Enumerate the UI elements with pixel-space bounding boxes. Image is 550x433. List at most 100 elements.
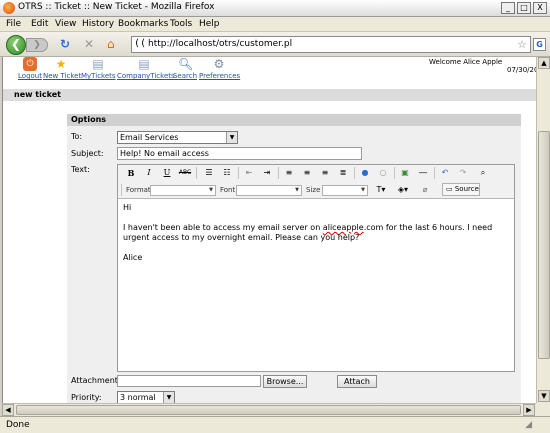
- site-identity-icon[interactable]: ((: [134, 38, 146, 49]
- priority-label: Priority:: [71, 393, 102, 402]
- options-header: Options: [67, 114, 521, 126]
- horizontal-scrollbar[interactable]: ◀ ▶: [2, 403, 536, 416]
- close-button[interactable]: X: [533, 2, 547, 14]
- toolbar-separator: [278, 167, 279, 179]
- page-viewport: ⏻ Logout ★ New Ticket ▤ MyTickets ▤ Comp…: [2, 57, 536, 403]
- nav-new-ticket[interactable]: ★ New Ticket: [43, 57, 81, 80]
- bookmark-star-icon[interactable]: ☆: [517, 38, 527, 51]
- bold-button[interactable]: B: [124, 167, 138, 179]
- menu-tools[interactable]: Tools: [170, 19, 192, 29]
- scrollbar-corner: [536, 403, 550, 416]
- scroll-left-icon[interactable]: ◀: [2, 404, 14, 416]
- nav-company-tickets[interactable]: ▤ CompanyTickets: [117, 57, 175, 80]
- search-icon: 🔍︎: [178, 57, 194, 71]
- scroll-right-icon[interactable]: ▶: [523, 404, 535, 416]
- align-center-icon[interactable]: ≡: [300, 167, 314, 179]
- chevron-down-icon: ▼: [361, 187, 365, 193]
- source-button[interactable]: ▭ Source: [442, 183, 480, 196]
- scroll-thumb[interactable]: [538, 131, 550, 359]
- image-icon[interactable]: ▣: [398, 167, 412, 179]
- font-select[interactable]: ▼: [236, 185, 302, 196]
- underline-button[interactable]: U: [160, 167, 174, 179]
- browse-button[interactable]: Browse...: [263, 375, 307, 388]
- attachment-file-input[interactable]: [117, 375, 261, 387]
- body-line: Hi: [123, 203, 132, 212]
- attach-button[interactable]: Attach: [337, 375, 377, 388]
- window-titlebar: OTRS :: Ticket :: New Ticket - Mozilla F…: [0, 0, 550, 17]
- menu-bar: File Edit View History Bookmarks Tools H…: [0, 17, 550, 32]
- otrs-navigation: ⏻ Logout ★ New Ticket ▤ MyTickets ▤ Comp…: [3, 57, 536, 85]
- strikethrough-button[interactable]: ABC: [178, 167, 192, 179]
- scroll-thumb[interactable]: [16, 405, 521, 415]
- nav-search[interactable]: 🔍︎ Search: [172, 57, 198, 80]
- stop-icon[interactable]: ✕: [84, 38, 94, 50]
- nav-logout[interactable]: ⏻ Logout: [17, 57, 43, 80]
- new-ticket-icon: ★: [55, 57, 67, 71]
- address-bar[interactable]: (( http://localhost/otrs/customer.pl ☆: [131, 36, 531, 53]
- menu-edit[interactable]: Edit: [31, 19, 48, 29]
- status-text: Done: [6, 420, 30, 430]
- format-label: Format: [126, 186, 151, 194]
- numbered-list-icon[interactable]: ☰: [202, 167, 216, 179]
- text-color-icon[interactable]: T▾: [374, 184, 388, 196]
- toolbar-separator: [196, 167, 197, 179]
- align-justify-icon[interactable]: ≣: [336, 167, 350, 179]
- toolbar-separator: [238, 167, 239, 179]
- date-text: 07/30/20: [507, 66, 536, 74]
- preferences-icon: ⚙: [213, 57, 225, 71]
- subject-input[interactable]: Help! No email access: [117, 147, 362, 160]
- menu-help[interactable]: Help: [199, 19, 220, 29]
- search-engine-icon[interactable]: G: [533, 38, 546, 51]
- text-label: Text:: [71, 165, 90, 174]
- outdent-icon[interactable]: ⇤: [242, 167, 256, 179]
- background-color-icon[interactable]: ◈▾: [396, 184, 410, 196]
- toolbar-separator: [354, 167, 355, 179]
- rich-text-editor: B I U ABC ☰ ☷ ⇤ ⇥ ≡ ≡ ≡ ≣ ● ○ ▣ ― ↶ ↷ ⌕ …: [117, 164, 515, 372]
- status-bar: Done ◢: [0, 416, 550, 433]
- find-icon[interactable]: ⌕: [476, 167, 490, 179]
- maximize-button[interactable]: □: [517, 2, 531, 14]
- remove-format-icon[interactable]: ⌀: [418, 184, 432, 196]
- chevron-down-icon: ▼: [163, 392, 174, 403]
- indent-icon[interactable]: ⇥: [260, 167, 274, 179]
- firefox-icon: [3, 2, 15, 14]
- bulleted-list-icon[interactable]: ☷: [220, 167, 234, 179]
- menu-bookmarks[interactable]: Bookmarks: [118, 19, 168, 29]
- unlink-icon[interactable]: ○: [376, 167, 390, 179]
- link-icon[interactable]: ●: [358, 167, 372, 179]
- source-icon: ▭: [446, 185, 453, 193]
- forward-button[interactable]: ❯: [26, 38, 48, 52]
- priority-select[interactable]: 3 normal ▼: [117, 391, 175, 403]
- nav-my-tickets[interactable]: ▤ MyTickets: [81, 57, 116, 80]
- resize-grip-icon[interactable]: ◢: [525, 420, 532, 430]
- vertical-scrollbar[interactable]: ▲ ▼: [536, 57, 550, 403]
- align-right-icon[interactable]: ≡: [318, 167, 332, 179]
- format-select[interactable]: ▼: [150, 185, 216, 196]
- menu-history[interactable]: History: [82, 19, 114, 29]
- menu-file[interactable]: File: [6, 19, 21, 29]
- align-left-icon[interactable]: ≡: [282, 167, 296, 179]
- reload-icon[interactable]: ↻: [60, 38, 70, 50]
- menu-view[interactable]: View: [55, 19, 76, 29]
- url-text[interactable]: http://localhost/otrs/customer.pl: [148, 39, 292, 49]
- editor-body[interactable]: Hi I haven't been able to access my emai…: [123, 203, 509, 273]
- toolbar-separator: [394, 167, 395, 179]
- logout-icon: ⏻: [23, 57, 37, 71]
- section-title: new ticket: [14, 90, 61, 99]
- size-select[interactable]: ▼: [322, 185, 368, 196]
- back-button[interactable]: ❮: [6, 35, 26, 55]
- minimize-button[interactable]: _: [501, 2, 515, 14]
- italic-button[interactable]: I: [142, 167, 156, 179]
- editor-toolbar: B I U ABC ☰ ☷ ⇤ ⇥ ≡ ≡ ≡ ≣ ● ○ ▣ ― ↶ ↷ ⌕ …: [118, 165, 514, 199]
- window-title: OTRS :: Ticket :: New Ticket - Mozilla F…: [18, 2, 215, 12]
- home-icon[interactable]: ⌂: [107, 38, 115, 50]
- section-header: new ticket: [3, 89, 536, 101]
- to-select[interactable]: Email Services ▼: [117, 131, 238, 144]
- redo-icon[interactable]: ↷: [456, 167, 470, 179]
- scroll-down-icon[interactable]: ▼: [538, 390, 550, 402]
- options-panel: Options To: Email Services ▼ Subject: He…: [67, 114, 521, 403]
- undo-icon[interactable]: ↶: [438, 167, 452, 179]
- horizontal-rule-icon[interactable]: ―: [416, 167, 430, 179]
- nav-preferences[interactable]: ⚙ Preferences: [199, 57, 240, 80]
- scroll-up-icon[interactable]: ▲: [538, 57, 550, 69]
